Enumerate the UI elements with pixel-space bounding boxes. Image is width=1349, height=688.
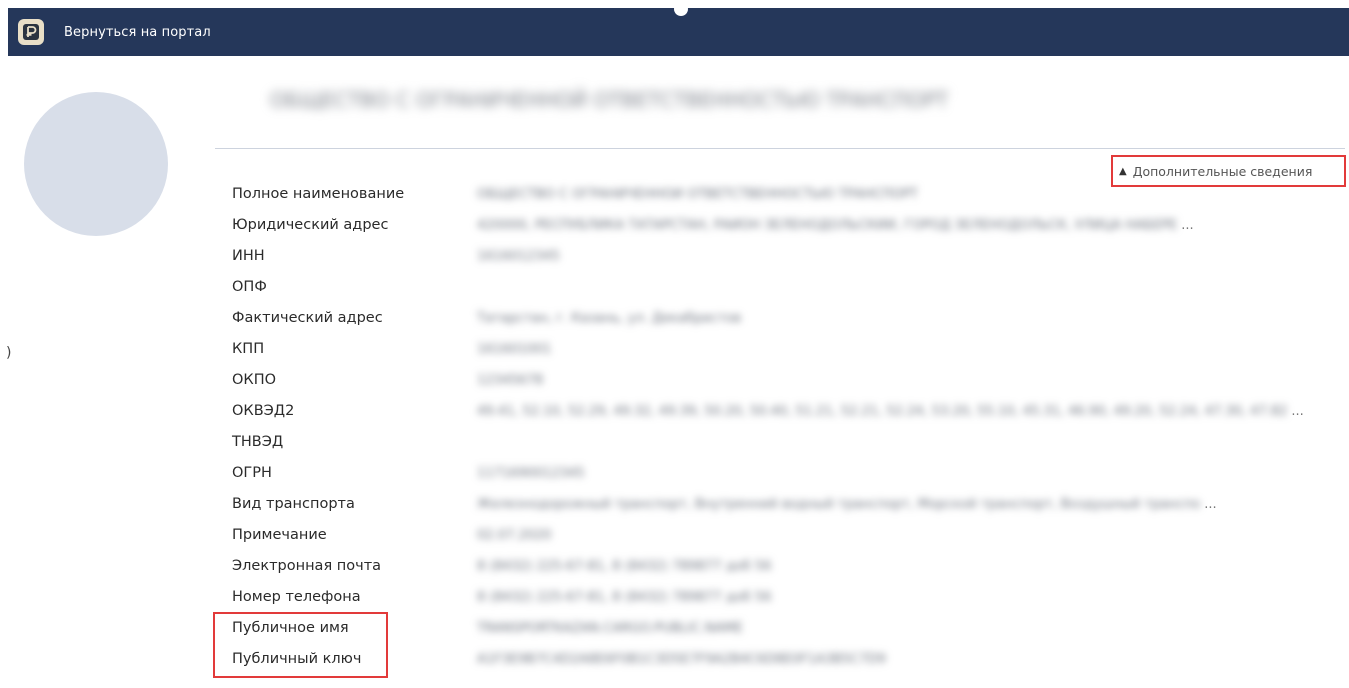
detail-label: ОПФ xyxy=(232,279,267,295)
detail-value: 1616012345 xyxy=(477,248,560,264)
detail-label: Вид транспорта xyxy=(232,496,355,512)
detail-value: 161601001 xyxy=(477,341,552,357)
avatar xyxy=(24,92,168,236)
back-to-portal-link[interactable]: Вернуться на портал xyxy=(64,25,211,40)
detail-row: КПП 161601001 xyxy=(232,337,1342,361)
detail-row: ТНВЭД xyxy=(232,430,1342,454)
detail-row: ОГРН 1171690012345 xyxy=(232,461,1342,485)
detail-row: Юридический адрес 420000, РЕСПУБЛИКА ТАТА… xyxy=(232,213,1342,237)
detail-label: ОКВЭД2 xyxy=(232,403,295,419)
detail-row: ИНН 1616012345 xyxy=(232,244,1342,268)
detail-label: ОКПО xyxy=(232,372,277,388)
detail-row: Публичное имя TRANSPORTKAZAN.CARGO.PUBLIC… xyxy=(232,616,1342,640)
detail-label: ИНН xyxy=(232,248,265,264)
detail-value: 8 (8432) 225-67-81, 8 (8432) 789877 доб … xyxy=(477,589,772,605)
detail-label: Полное наименование xyxy=(232,186,405,202)
detail-value: ОБЩЕСТВО С ОГРАНИЧЕННОЙ ОТВЕТСТВЕННОСТЬЮ… xyxy=(477,186,918,202)
detail-row: Полное наименование ОБЩЕСТВО С ОГРАНИЧЕНН… xyxy=(232,182,1342,206)
chevron-up-icon: ▲ xyxy=(1119,165,1127,177)
detail-label: Электронная почта xyxy=(232,558,382,574)
detail-value: 02.07.2020 xyxy=(477,527,552,543)
detail-row: ОКВЭД2 49.41, 52.10, 52.29, 49.32, 49.39,… xyxy=(232,399,1342,423)
detail-row: Публичный ключ A1F3E9B7C4D2A8E6F0B1C3D5E7… xyxy=(232,647,1342,671)
truncation-ellipsis: ... xyxy=(1181,217,1194,233)
detail-label: Юридический адрес xyxy=(232,217,389,233)
detail-label: ОГРН xyxy=(232,465,272,481)
detail-row: ОКПО 12345678 xyxy=(232,368,1342,392)
detail-label: Фактический адрес xyxy=(232,310,383,326)
ruble-icon[interactable] xyxy=(18,19,44,45)
edge-mark: ) xyxy=(6,345,12,361)
detail-row: Номер телефона 8 (8432) 225-67-81, 8 (843… xyxy=(232,585,1342,609)
detail-label: ТНВЭД xyxy=(232,434,284,450)
detail-label: Примечание xyxy=(232,527,327,543)
organization-title: ОБЩЕСТВО С ОГРАНИЧЕННОЙ ОТВЕТСТВЕННОСТЬЮ… xyxy=(270,88,949,112)
detail-value: 49.41, 52.10, 52.29, 49.32, 49.39, 50.20… xyxy=(477,403,1288,419)
detail-row: Вид транспорта Железнодорожный транспорт,… xyxy=(232,492,1342,516)
detail-value: Татарстан, г. Казань, ул. Декабристов xyxy=(477,310,742,326)
public-fields-highlight xyxy=(213,612,388,678)
window-notch xyxy=(674,2,688,16)
detail-row: Фактический адрес Татарстан, г. Казань, у… xyxy=(232,306,1342,330)
detail-value: TRANSPORTKAZAN.CARGO.PUBLIC.NAME xyxy=(477,620,743,636)
detail-value: 1171690012345 xyxy=(477,465,585,481)
detail-value: 12345678 xyxy=(477,372,544,388)
detail-value: A1F3E9B7C4D2A8E6F0B1C3D5E7F9A2B4C6D8E0F1… xyxy=(477,651,886,667)
detail-row: Электронная почта 8 (8432) 225-67-81, 8 (… xyxy=(232,554,1342,578)
divider xyxy=(215,148,1345,149)
detail-row: Примечание 02.07.2020 xyxy=(232,523,1342,547)
detail-value: Железнодорожный транспорт, Внутренний во… xyxy=(477,496,1201,512)
detail-value: 8 (8432) 225-67-81, 8 (8432) 789877 доб … xyxy=(477,558,772,574)
detail-label: КПП xyxy=(232,341,265,357)
truncation-ellipsis: ... xyxy=(1204,496,1217,512)
truncation-ellipsis: ... xyxy=(1291,403,1304,419)
additional-info-label: Дополнительные сведения xyxy=(1132,163,1313,179)
detail-row: ОПФ xyxy=(232,275,1342,299)
detail-value: 420000, РЕСПУБЛИКА ТАТАРСТАН, РАЙОН ЗЕЛЕ… xyxy=(477,217,1178,233)
detail-label: Номер телефона xyxy=(232,589,361,605)
